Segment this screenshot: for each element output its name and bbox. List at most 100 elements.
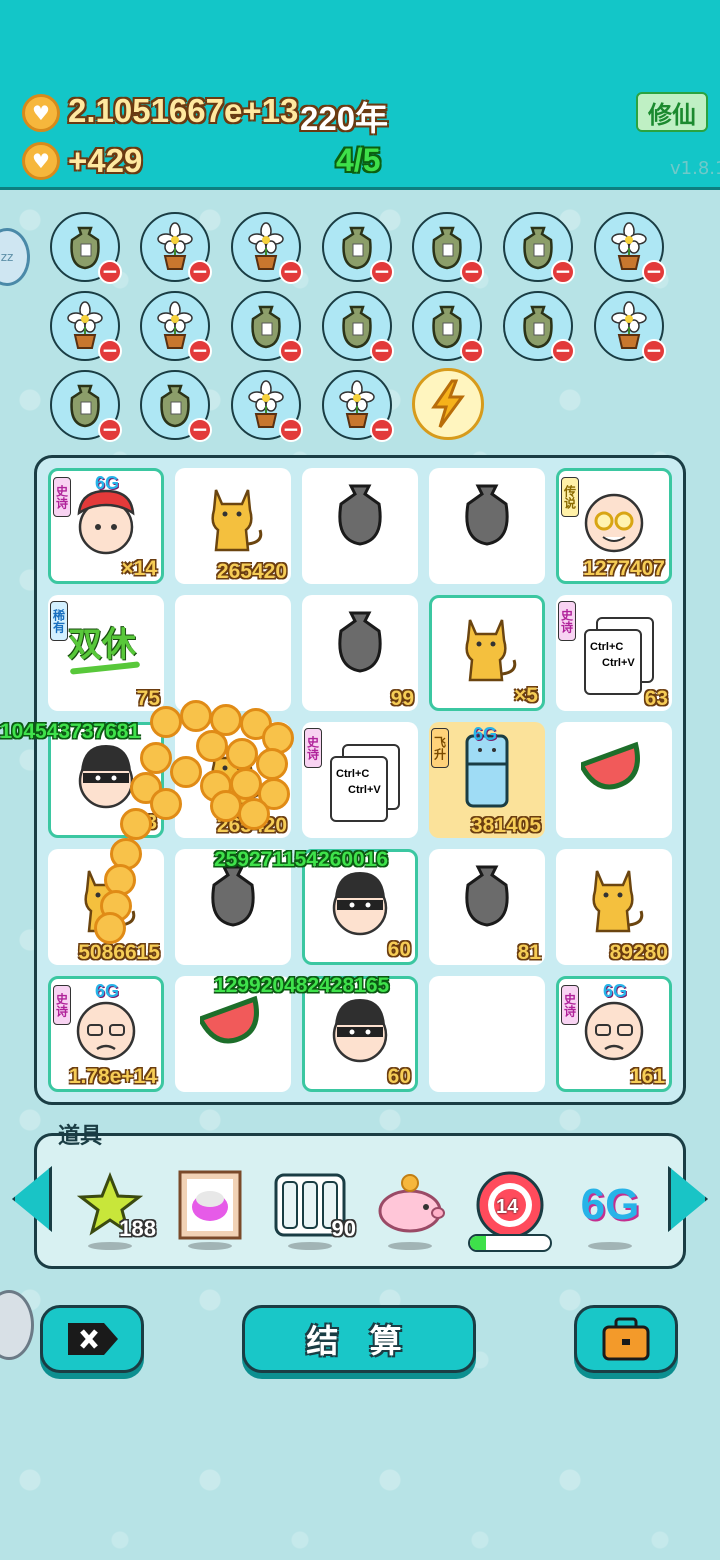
watermelon-icon bbox=[556, 734, 672, 790]
inventory-slot-bag[interactable]: − bbox=[322, 291, 394, 363]
board-cell-trash-bag[interactable] bbox=[302, 468, 418, 584]
board-cell-trash-bag[interactable] bbox=[429, 468, 545, 584]
coin-icon bbox=[120, 808, 152, 840]
board-cell-red-hat-face[interactable]: 史诗 6G ×14 bbox=[48, 468, 164, 584]
board-cell-cat[interactable]: 89280 bbox=[556, 849, 672, 965]
inventory-slot-flower[interactable]: − bbox=[594, 291, 666, 363]
inventory-slot-bag[interactable]: − bbox=[503, 212, 575, 284]
remove-item-icon[interactable]: − bbox=[370, 418, 394, 442]
rarity-tag: 史诗 bbox=[53, 985, 71, 1025]
remove-item-icon[interactable]: − bbox=[98, 260, 122, 284]
cat-icon bbox=[175, 480, 291, 554]
remove-item-icon[interactable]: − bbox=[460, 339, 484, 363]
inventory-slot-flower[interactable]: − bbox=[50, 291, 122, 363]
remove-item-icon[interactable]: − bbox=[460, 260, 484, 284]
inventory-slot-bag[interactable]: − bbox=[231, 291, 303, 363]
remove-item-icon[interactable]: − bbox=[551, 260, 575, 284]
remove-item-icon[interactable]: − bbox=[642, 339, 666, 363]
remove-button[interactable] bbox=[40, 1305, 144, 1373]
inventory-slot-flower[interactable]: − bbox=[231, 212, 303, 284]
board-cell-trash-bag[interactable]: 81 bbox=[429, 849, 545, 965]
inventory-slot-flower[interactable]: − bbox=[594, 212, 666, 284]
inventory-slot-bag[interactable]: − bbox=[140, 370, 212, 442]
board-cell-old-man-glasses[interactable]: 传说 1277407 bbox=[556, 468, 672, 584]
year-counter: 220年 bbox=[300, 100, 389, 137]
income-per-turn: +429 bbox=[68, 142, 143, 179]
board-cell-ctrl-cv[interactable]: Ctrl+C Ctrl+V 史诗 bbox=[302, 722, 418, 838]
remove-item-icon[interactable]: − bbox=[551, 339, 575, 363]
6g-badge: 6G bbox=[603, 981, 628, 1001]
tool-piggy-bank[interactable] bbox=[370, 1160, 450, 1250]
inventory-slot-flower[interactable]: − bbox=[231, 370, 303, 442]
remove-item-icon[interactable]: − bbox=[188, 339, 212, 363]
coin-icon bbox=[238, 798, 270, 830]
briefcase-button[interactable] bbox=[574, 1305, 678, 1373]
inventory-slot-flower[interactable]: − bbox=[140, 212, 212, 284]
delete-tag-icon bbox=[68, 1323, 118, 1355]
tool-target-timer[interactable]: 14 bbox=[468, 1160, 552, 1252]
board-cell-ctrl-cv[interactable]: Ctrl+C Ctrl+V 史诗 63 bbox=[556, 595, 672, 711]
rarity-tag: 史诗 bbox=[53, 477, 71, 517]
inventory-slot-bag[interactable]: − bbox=[503, 291, 575, 363]
inventory-slot-bag[interactable]: − bbox=[412, 291, 484, 363]
coin-icon bbox=[226, 738, 258, 770]
remove-item-icon[interactable]: − bbox=[370, 339, 394, 363]
cell-value: 1.78e+14 bbox=[68, 1065, 157, 1088]
remove-item-icon[interactable]: − bbox=[279, 418, 303, 442]
tool-count: 188 bbox=[119, 1216, 156, 1241]
board-cell-trash-bag[interactable]: 99 bbox=[302, 595, 418, 711]
remove-item-icon[interactable]: − bbox=[279, 260, 303, 284]
board-cell-bald-old-man[interactable]: 史诗 6G 161 bbox=[556, 976, 672, 1092]
coin-icon bbox=[256, 748, 288, 780]
inventory-slot-flower[interactable]: − bbox=[140, 291, 212, 363]
lightning-icon bbox=[431, 379, 465, 428]
tool-count: 14 bbox=[496, 1196, 519, 1218]
inventory-slot-bag[interactable]: − bbox=[412, 212, 484, 284]
cell-value: ×5 bbox=[514, 684, 538, 707]
board-cell-bald-old-man[interactable]: 史诗 6G 1.78e+14 bbox=[48, 976, 164, 1092]
inventory-slot-flower[interactable]: − bbox=[322, 370, 394, 442]
tool-shadow bbox=[388, 1242, 432, 1250]
remove-item-icon[interactable]: − bbox=[188, 260, 212, 284]
tools-label: 道具 bbox=[58, 1123, 103, 1149]
6g-badge: 6G bbox=[95, 981, 120, 1001]
inventory-slot-bag[interactable]: − bbox=[322, 212, 394, 284]
cell-value: 60 bbox=[387, 1065, 411, 1088]
ctrl-cv-card: Ctrl+C Ctrl+V bbox=[584, 629, 642, 695]
tool-photo-frame[interactable] bbox=[170, 1160, 250, 1250]
cell-value: 81 bbox=[517, 941, 541, 964]
cell-value: 1277407 bbox=[583, 557, 665, 580]
trash-bag-icon bbox=[302, 607, 418, 677]
board-cell-empty[interactable] bbox=[175, 595, 291, 711]
rarity-tag: 史诗 bbox=[558, 601, 576, 641]
coin-icon: ♥ bbox=[22, 142, 60, 180]
remove-item-icon[interactable]: − bbox=[98, 418, 122, 442]
photo-frame-icon bbox=[178, 1170, 242, 1240]
board-cell-cat[interactable]: 265420 bbox=[175, 468, 291, 584]
tool-star[interactable]: 188 bbox=[70, 1160, 156, 1250]
tool-6g[interactable]: 6G bbox=[570, 1160, 650, 1250]
cell-value: 161 bbox=[629, 1065, 665, 1088]
board-cell-cat[interactable]: ×5 bbox=[429, 595, 545, 711]
inventory-slot-bag[interactable]: − bbox=[50, 212, 122, 284]
coin-icon bbox=[210, 790, 242, 822]
remove-item-icon[interactable]: − bbox=[188, 418, 212, 442]
remove-item-icon[interactable]: − bbox=[279, 339, 303, 363]
coin-icon: ♥ bbox=[22, 94, 60, 132]
remove-item-icon[interactable]: − bbox=[370, 260, 394, 284]
energy-button[interactable] bbox=[412, 368, 484, 440]
board-cell-watermelon[interactable] bbox=[556, 722, 672, 838]
xiuxian-button[interactable]: 修仙 bbox=[636, 92, 708, 132]
board-cell-empty[interactable] bbox=[429, 976, 545, 1092]
settle-button[interactable]: 结 算 bbox=[242, 1305, 476, 1373]
remove-item-icon[interactable]: − bbox=[98, 339, 122, 363]
tool-triple-bars[interactable]: 90 bbox=[270, 1160, 356, 1250]
coin-icon bbox=[94, 912, 126, 944]
board-cell-fridge[interactable]: 飞升 6G 381405 bbox=[429, 722, 545, 838]
remove-item-icon[interactable]: − bbox=[642, 260, 666, 284]
inventory-slot-bag[interactable]: − bbox=[50, 370, 122, 442]
board-cell-double-rest[interactable]: 双休 稀有 75 bbox=[48, 595, 164, 711]
rarity-tag: 稀有 bbox=[50, 601, 68, 641]
settle-label: 结 算 bbox=[306, 1322, 412, 1360]
version-label: v1.8.1 bbox=[670, 158, 720, 179]
